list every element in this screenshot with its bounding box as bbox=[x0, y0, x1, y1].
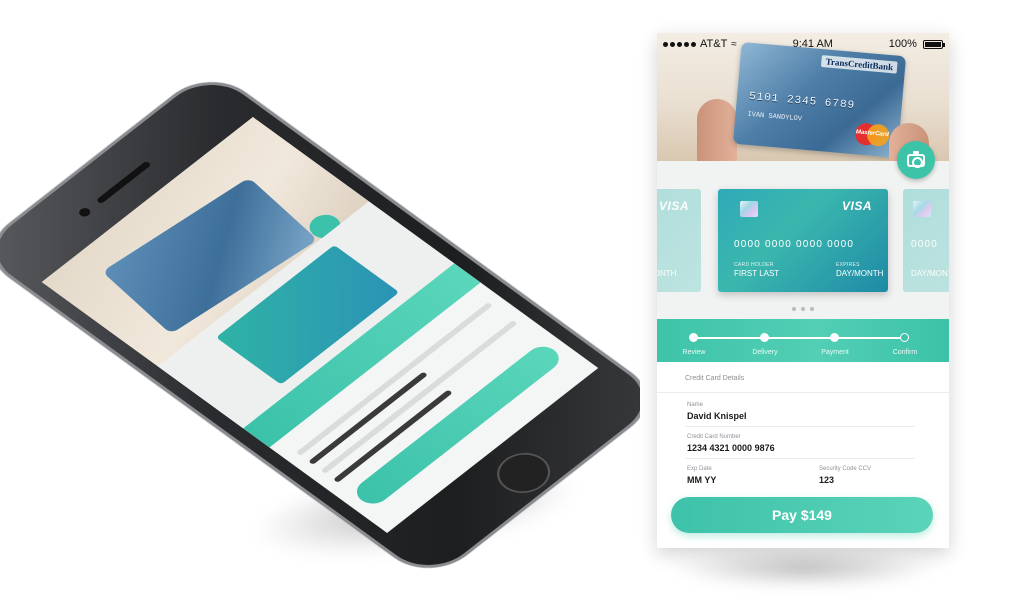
card-next[interactable]: 0000 DAY/MONTH bbox=[903, 189, 949, 292]
step-node-confirm[interactable] bbox=[900, 333, 909, 342]
wifi-icon: ≈ bbox=[731, 38, 737, 50]
screen-shadow bbox=[668, 548, 940, 588]
step-node-payment[interactable] bbox=[830, 333, 839, 342]
step-label-confirm: Confirm bbox=[892, 349, 918, 356]
card-prev-expires: DAY/MONTH bbox=[657, 269, 677, 278]
battery-percent: 100% bbox=[888, 38, 917, 50]
scanned-card-holder: IVAN SANDYLOV bbox=[747, 110, 803, 124]
card-expires-value: DAY/MONTH bbox=[836, 269, 884, 278]
card-prev[interactable]: VISA 0000 DAY/MONTH bbox=[657, 189, 701, 292]
earpiece-speaker bbox=[95, 160, 152, 205]
step-node-delivery[interactable] bbox=[760, 333, 769, 342]
exp-date-label: Exp Date bbox=[687, 466, 712, 472]
pager-dot[interactable] bbox=[810, 307, 814, 311]
carrier-label: AT&T bbox=[700, 38, 728, 50]
chip-icon bbox=[913, 201, 931, 217]
camera-icon bbox=[907, 150, 925, 168]
camera-button[interactable] bbox=[897, 141, 935, 179]
cvv-value: 123 bbox=[819, 475, 835, 485]
step-label-delivery: Delivery bbox=[752, 349, 778, 356]
card-holder-label: CARD HOLDER bbox=[734, 262, 774, 268]
card-number: 0000 0000 0000 0000 bbox=[734, 239, 855, 250]
pay-button[interactable]: Pay $149 bbox=[671, 497, 933, 533]
tilted-phone-mockup bbox=[0, 0, 640, 601]
name-label: Name bbox=[687, 402, 704, 408]
card-expires-label: EXPIRES bbox=[836, 262, 860, 268]
step-label-payment: Payment bbox=[821, 349, 849, 356]
stepper-track bbox=[693, 337, 909, 339]
card-details-form: Credit Card Details Name David Knispel C… bbox=[657, 362, 949, 548]
divider bbox=[657, 392, 949, 393]
card-holder-value: FIRST LAST bbox=[734, 269, 780, 278]
step-node-review[interactable] bbox=[689, 333, 698, 342]
section-title: Credit Card Details bbox=[685, 375, 745, 382]
status-bar: AT&T ≈ 9:41 AM 100% bbox=[657, 33, 949, 55]
card-number-label: Credit Card Number bbox=[687, 434, 741, 440]
pager-dot[interactable] bbox=[792, 307, 796, 311]
visa-logo: VISA bbox=[658, 199, 689, 213]
cvv-label: Security Code CCV bbox=[819, 466, 872, 472]
card-next-expires: DAY/MONTH bbox=[911, 269, 949, 278]
name-value: David Knispel bbox=[687, 411, 747, 421]
exp-date-value: MM YY bbox=[687, 475, 717, 485]
chip-icon bbox=[740, 201, 758, 217]
status-time: 9:41 AM bbox=[792, 38, 833, 50]
divider bbox=[685, 458, 915, 459]
pager-dot[interactable] bbox=[801, 307, 805, 311]
front-camera bbox=[76, 206, 93, 219]
checkout-stepper: Review Delivery Payment Confirm bbox=[657, 319, 949, 362]
carousel-pager bbox=[657, 307, 949, 311]
payment-screen: TransCreditBank 5101 2345 6789 IVAN SAND… bbox=[657, 33, 949, 548]
bank-name: TransCreditBank bbox=[821, 55, 898, 74]
battery-icon bbox=[922, 39, 945, 49]
scanned-card-number: 5101 2345 6789 bbox=[748, 90, 856, 113]
visa-logo: VISA bbox=[841, 199, 872, 213]
hand-left bbox=[697, 99, 737, 161]
card-selected[interactable]: VISA 0000 0000 0000 0000 CARD HOLDER FIR… bbox=[718, 189, 888, 292]
signal-dots-icon bbox=[663, 41, 696, 47]
card-number-value: 1234 4321 0000 9876 bbox=[687, 443, 775, 453]
card-next-number: 0000 bbox=[911, 239, 939, 250]
card-carousel[interactable]: VISA 0000 DAY/MONTH VISA 0000 0000 0000 … bbox=[657, 161, 949, 319]
scanned-credit-card: TransCreditBank 5101 2345 6789 IVAN SAND… bbox=[732, 42, 907, 158]
step-label-review: Review bbox=[682, 349, 706, 356]
divider bbox=[685, 426, 915, 427]
mastercard-logo-icon: MasterCard bbox=[854, 122, 891, 148]
